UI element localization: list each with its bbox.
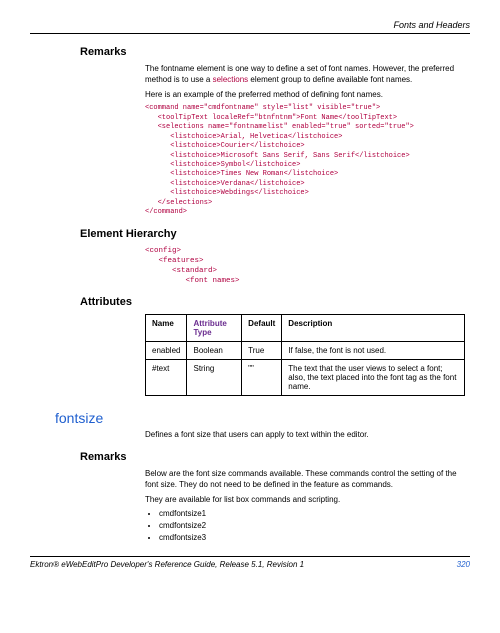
th-attribute-type: Attribute Type: [187, 315, 242, 342]
table-row: enabled Boolean True If false, the font …: [146, 342, 465, 360]
fontsize-para-2: They are available for list box commands…: [145, 495, 470, 506]
fontsize-bullets: cmdfontsize1 cmdfontsize2 cmdfontsize3: [145, 509, 470, 542]
remarks-para-2: Here is an example of the preferred meth…: [145, 90, 470, 101]
attributes-heading: Attributes: [80, 296, 470, 308]
page-number: 320: [457, 560, 470, 569]
th-description: Description: [282, 315, 465, 342]
list-item: cmdfontsize1: [159, 509, 470, 518]
th-default: Default: [242, 315, 282, 342]
running-header: Fonts and Headers: [30, 20, 470, 34]
attribute-type-link[interactable]: Attribute Type: [193, 319, 226, 337]
page-footer: Ektron® eWebEditPro Developer's Referenc…: [30, 556, 470, 569]
cell-name: enabled: [146, 342, 187, 360]
fontsize-heading: fontsize: [55, 410, 470, 426]
cell-desc: If false, the font is not used.: [282, 342, 465, 360]
cell-desc: The text that the user views to select a…: [282, 360, 465, 396]
list-item: cmdfontsize2: [159, 521, 470, 530]
code-example: <command name="cmdfontname" style="list"…: [145, 104, 470, 217]
cell-type: String: [187, 360, 242, 396]
text-span: element group to define available font n…: [248, 75, 412, 84]
cell-default: True: [242, 342, 282, 360]
element-hierarchy-heading: Element Hierarchy: [80, 228, 470, 240]
fontsize-remarks-heading: Remarks: [80, 451, 470, 463]
attributes-table: Name Attribute Type Default Description …: [145, 314, 465, 396]
cell-name: #text: [146, 360, 187, 396]
list-item: cmdfontsize3: [159, 533, 470, 542]
selections-link[interactable]: selections: [213, 75, 249, 84]
table-header-row: Name Attribute Type Default Description: [146, 315, 465, 342]
th-name: Name: [146, 315, 187, 342]
cell-default: "": [242, 360, 282, 396]
hierarchy-code: <config> <features> <standard> <font nam…: [145, 246, 470, 287]
remarks-heading: Remarks: [80, 46, 470, 58]
remarks-para-1: The fontname element is one way to defin…: [145, 64, 470, 86]
page: Fonts and Headers Remarks The fontname e…: [0, 0, 500, 630]
fontsize-intro: Defines a font size that users can apply…: [145, 430, 470, 441]
fontsize-para-1: Below are the font size commands availab…: [145, 469, 470, 491]
table-row: #text String "" The text that the user v…: [146, 360, 465, 396]
footer-text: Ektron® eWebEditPro Developer's Referenc…: [30, 560, 304, 569]
cell-type: Boolean: [187, 342, 242, 360]
